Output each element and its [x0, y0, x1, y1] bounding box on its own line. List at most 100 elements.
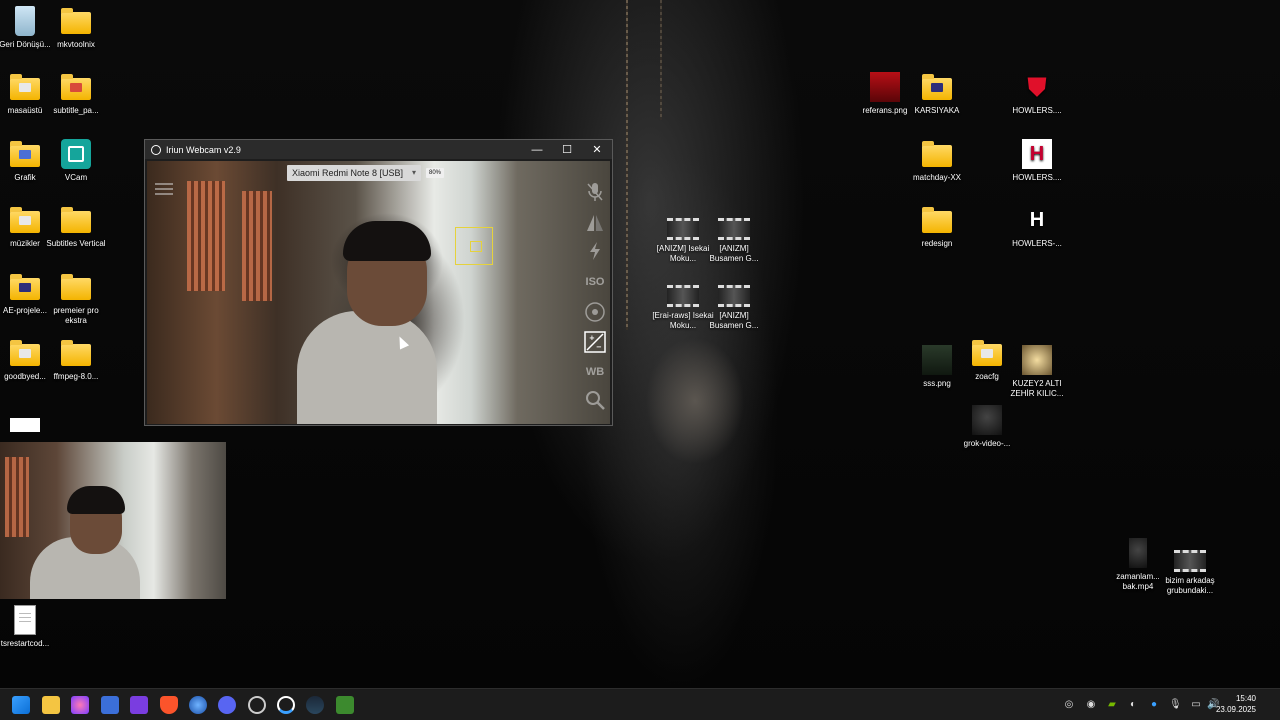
desktop-icon-label: bizim arkadaş grubundaki... — [1165, 576, 1215, 595]
desktop-icon-howlers-1[interactable]: ⛊ HOWLERS.... — [1005, 72, 1069, 116]
desktop-icon-matchday[interactable]: matchday-XX — [905, 139, 969, 183]
desktop-icon-tsrestartcod[interactable]: tsrestartcod... — [0, 605, 57, 649]
video-file-icon — [1129, 538, 1147, 568]
desktop-icon-kuzey[interactable]: KUZEY2 ALTI ZEHİR KILIC... — [1005, 345, 1069, 399]
obs-icon[interactable] — [248, 696, 266, 714]
folder-icon — [10, 274, 40, 300]
brave-browser-icon[interactable] — [160, 696, 178, 714]
zoom-search-icon[interactable] — [583, 389, 607, 411]
image-file-icon — [870, 72, 900, 102]
video-file-icon — [718, 285, 750, 307]
tray-network-icon[interactable]: ▭ — [1190, 699, 1202, 711]
recycle-bin-icon — [15, 6, 35, 36]
clock-time: 15:40 — [1235, 694, 1256, 703]
taskbar-clock[interactable]: 15:40 23.09.2025 — [1216, 693, 1256, 715]
desktop-icon-grok[interactable]: grok-video-... — [955, 405, 1019, 449]
wb-button[interactable]: WB — [583, 366, 607, 378]
desktop-icon-howlers-3[interactable]: H HOWLERS-... — [1005, 205, 1069, 249]
desktop-icon-anizm-busamen-2[interactable]: [ANIZM] Busamen G... — [702, 279, 766, 331]
desktop-icon-subtitle-pa[interactable]: subtitle_pa... — [44, 72, 108, 116]
iriun-webcam-window[interactable]: Iriun Webcam v2.9 — ☐ ✕ Xiaomi Redmi Not… — [144, 139, 613, 426]
wallpaper-rope-secondary — [660, 0, 662, 120]
globe-app-icon[interactable] — [189, 696, 207, 714]
iso-button[interactable]: ISO — [583, 276, 607, 288]
folder-icon — [922, 141, 952, 167]
folder-icon — [10, 74, 40, 100]
desktop-icon-label: tsrestartcod... — [0, 639, 50, 648]
device-select[interactable]: Xiaomi Redmi Note 8 [USB] — [287, 165, 422, 181]
tray-cloud-icon[interactable]: ● — [1148, 699, 1160, 711]
desktop-icon-redesign[interactable]: redesign — [905, 205, 969, 249]
camera-view[interactable]: Xiaomi Redmi Note 8 [USB] 80% ISO +− WB — [147, 161, 610, 424]
folder-icon — [922, 207, 952, 233]
desktop-icon-label: HOWLERS.... — [1012, 173, 1062, 182]
mirror-icon[interactable] — [583, 213, 607, 233]
desktop-icon-label: [ANIZM] Busamen G... — [709, 311, 759, 330]
instagram-icon[interactable] — [71, 696, 89, 714]
desktop-icon-label: matchday-XX — [912, 173, 962, 182]
camera-preview-overlay[interactable] — [0, 442, 226, 599]
maximize-button[interactable]: ☐ — [552, 143, 582, 156]
desktop-icon-label: VCam — [64, 173, 88, 182]
tray-steam-icon[interactable]: ◐ — [1127, 699, 1139, 711]
steam-icon[interactable] — [306, 696, 324, 714]
exposure-icon[interactable]: + − — [583, 331, 607, 353]
howlers-logo-icon: H — [1029, 209, 1045, 231]
close-button[interactable]: ✕ — [582, 143, 612, 156]
video-file-icon — [1022, 345, 1052, 375]
desktop-icon-bizim[interactable]: bizim arkadaş grubundaki... — [1158, 544, 1222, 596]
window-title: Iriun Webcam v2.9 — [166, 144, 241, 155]
window-titlebar[interactable]: Iriun Webcam v2.9 — ☐ ✕ — [145, 140, 612, 159]
zoom-badge: 80% — [426, 168, 445, 178]
desktop-icon-ffmpeg[interactable]: ffmpeg-8.0... — [44, 338, 108, 382]
wallpaper-rope — [626, 0, 628, 330]
howlers-logo-icon: H — [1022, 139, 1052, 169]
discord-icon[interactable] — [218, 696, 236, 714]
desktop-icon-anizm-busamen[interactable]: [ANIZM] Busamen G... — [702, 212, 766, 264]
folder-icon — [10, 207, 40, 233]
desktop-icon-karsiyaka[interactable]: KARSIYAKA — [905, 72, 969, 116]
file-explorer-icon[interactable] — [42, 696, 60, 714]
scene-person-body — [297, 311, 437, 424]
howlers-shield-icon: ⛊ — [1027, 72, 1047, 102]
video-file-icon — [667, 218, 699, 240]
minimize-button[interactable]: — — [522, 144, 552, 156]
focus-lock-icon[interactable] — [455, 227, 493, 265]
clapperboard-icon[interactable] — [130, 696, 148, 714]
desktop-icon-label: HOWLERS.... — [1012, 106, 1062, 115]
desktop-icon-label: subtitle_pa... — [53, 106, 99, 115]
desktop-icon-vcam[interactable]: VCam — [44, 139, 108, 183]
desktop-icon-label: ffmpeg-8.0... — [53, 372, 99, 381]
scene-person-hair — [67, 486, 125, 514]
scene-curtain — [242, 191, 272, 301]
tray-nvidia-icon[interactable]: ▰ — [1106, 699, 1118, 711]
iriun-taskbar-icon[interactable] — [277, 696, 295, 714]
tray-iriun-icon[interactable]: ◉ — [1085, 699, 1097, 711]
document-icon — [10, 418, 40, 432]
svg-text:−: − — [596, 343, 602, 351]
aperture-icon[interactable] — [583, 301, 607, 323]
text-file-icon — [14, 605, 36, 635]
video-file-icon — [972, 405, 1002, 435]
desktop-icon-howlers-2[interactable]: H HOWLERS.... — [1005, 139, 1069, 183]
folder-icon — [972, 340, 1002, 366]
scene-curtain — [5, 457, 29, 537]
folder-icon — [61, 74, 91, 100]
clock-date: 23.09.2025 — [1215, 705, 1256, 714]
tray-microphone-icon[interactable]: 🎙 — [1169, 699, 1182, 711]
desktop-icon-white-doc[interactable] — [0, 404, 57, 436]
folder-icon — [61, 340, 91, 366]
menu-icon[interactable] — [155, 183, 173, 195]
desktop-icon-subtitles-vertical[interactable]: Subtitles Vertical — [44, 205, 108, 249]
desktop-icon-label: redesign — [921, 239, 953, 248]
flash-icon[interactable] — [583, 241, 607, 261]
desktop-icon-mkvtoolnix[interactable]: mkvtoolnix — [44, 6, 108, 50]
desktop-icon-premeier-pro-ekstra[interactable]: premeier pro ekstra — [44, 272, 108, 326]
start-button-icon[interactable] — [12, 696, 30, 714]
iriun-app-icon — [151, 144, 161, 155]
minecraft-icon[interactable] — [336, 696, 354, 714]
photo-app-icon[interactable] — [101, 696, 119, 714]
mic-muted-icon[interactable] — [583, 181, 607, 203]
desktop-icon-label: grok-video-... — [963, 439, 1011, 448]
tray-app-icon[interactable]: ◎ — [1063, 699, 1075, 711]
